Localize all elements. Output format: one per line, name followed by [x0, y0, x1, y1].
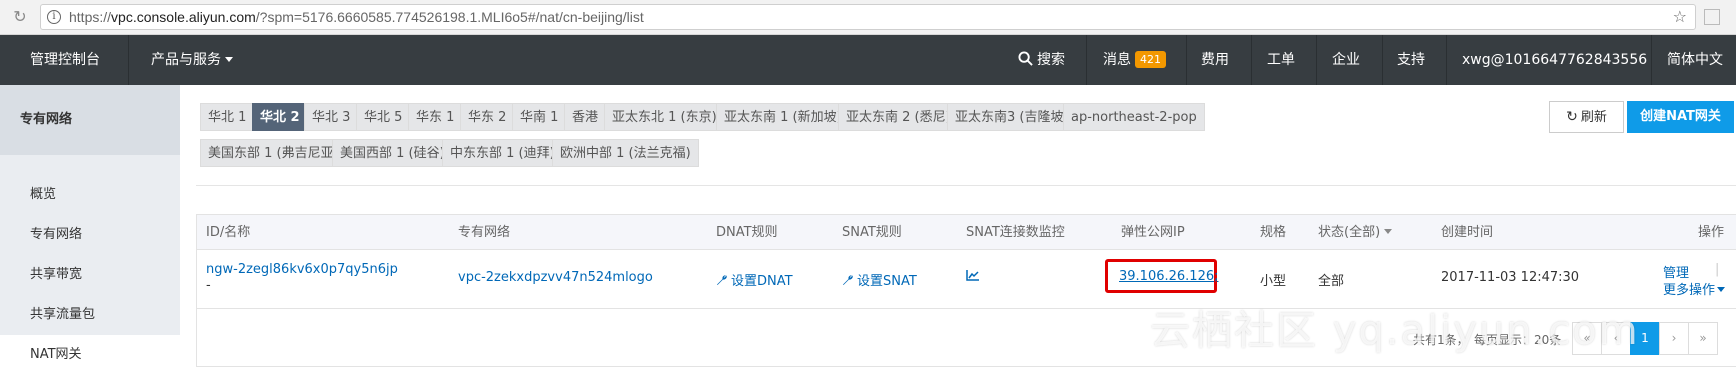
region-tab[interactable]: 中东东部 1 (迪拜)	[442, 139, 563, 167]
language-switcher[interactable]: 简体中文	[1667, 35, 1723, 85]
watermark: 云栖社区 yq.aliyun.com	[1150, 308, 1640, 354]
region-tab[interactable]: 华东 2	[460, 103, 515, 131]
region-tab[interactable]: 亚太东北 1 (东京)	[604, 103, 725, 131]
column-header-id: ID/名称	[206, 225, 251, 240]
sidebar-item-shared-traffic[interactable]: 共享流量包	[0, 295, 180, 335]
column-header-spec: 规格	[1260, 225, 1287, 240]
chevron-down-icon	[225, 57, 233, 62]
refresh-icon: ↻	[1566, 109, 1578, 125]
section-divider	[196, 185, 1736, 186]
messages-button[interactable]: 消息 421	[1103, 35, 1166, 85]
address-bar[interactable]: i https://vpc.console.aliyun.com/?spm=51…	[40, 4, 1696, 30]
create-nat-gateway-button[interactable]: 创建NAT网关	[1627, 101, 1734, 133]
set-dnat-link[interactable]: 设置DNAT	[716, 270, 793, 289]
message-count-badge: 421	[1135, 51, 1166, 68]
last-page-button[interactable]: »	[1688, 322, 1718, 355]
table-header: ID/名称 专有网络 DNAT规则 SNAT规则 SNAT连接数监控 弹性公网I…	[197, 215, 1736, 250]
nav-divider	[1382, 35, 1383, 85]
eip-highlight-box: 39.106.26.126;	[1105, 259, 1219, 293]
region-tab-selected[interactable]: 华北 2	[252, 103, 308, 131]
reload-icon[interactable]: ↻	[10, 7, 30, 27]
user-account-menu[interactable]: xwg@1016647762843556	[1462, 35, 1647, 85]
snat-monitor-chart-icon[interactable]	[966, 269, 980, 285]
extension-icon[interactable]	[1704, 9, 1720, 25]
wrench-icon	[717, 275, 727, 285]
spec-value: 小型	[1260, 274, 1287, 289]
sidebar-item-overview[interactable]: 概览	[0, 175, 180, 215]
vpc-id-link[interactable]: vpc-2zekxdpzvv47n524mlogo	[458, 270, 653, 285]
column-header-snat: SNAT规则	[842, 225, 902, 240]
wrench-icon	[843, 275, 853, 285]
more-actions-dropdown[interactable]: 更多操作	[1663, 279, 1726, 298]
billing-link[interactable]: 费用	[1201, 35, 1229, 85]
top-navigation: 管理控制台 产品与服务 搜索 消息 421 费用 工单 企业 支持 xwg@101…	[0, 35, 1736, 85]
next-page-button[interactable]: ›	[1659, 322, 1689, 355]
region-tab[interactable]: 华北 3	[304, 103, 359, 131]
column-header-created: 创建时间	[1441, 225, 1494, 240]
region-tab[interactable]: 亚太东南 1 (新加坡)	[716, 103, 850, 131]
region-tab[interactable]: 亚太东南3 (吉隆坡)	[947, 103, 1077, 131]
nav-divider	[1446, 35, 1447, 85]
region-tab[interactable]: 美国东部 1 (弗吉尼亚)	[200, 139, 347, 167]
products-menu[interactable]: 产品与服务	[151, 35, 233, 85]
region-tab[interactable]: 欧洲中部 1 (法兰克福)	[552, 139, 699, 167]
nav-divider	[128, 35, 129, 85]
enterprise-link[interactable]: 企业	[1332, 35, 1360, 85]
nat-gateway-id-link[interactable]: ngw-2zegl86kv6x0p7qy5n6jp	[206, 262, 398, 277]
region-tab[interactable]: 华北 1	[200, 103, 255, 131]
column-header-snat-monitor: SNAT连接数监控	[966, 225, 1065, 240]
created-time: 2017-11-03 12:47:30	[1441, 270, 1580, 285]
sidebar-item-shared-bandwidth[interactable]: 共享带宽	[0, 255, 180, 295]
region-tab[interactable]: ap-northeast-2-pop	[1063, 103, 1205, 131]
region-tab[interactable]: 亚太东南 2 (悉尼)	[838, 103, 959, 131]
nav-divider	[1186, 35, 1187, 85]
chevron-down-icon	[1384, 229, 1393, 234]
search-icon	[1018, 51, 1033, 66]
info-icon[interactable]: i	[47, 10, 61, 24]
bookmark-star-icon[interactable]: ☆	[1673, 7, 1687, 26]
search-button[interactable]: 搜索	[1018, 35, 1065, 85]
nav-divider	[1086, 35, 1087, 85]
support-link[interactable]: 支持	[1397, 35, 1425, 85]
sidebar: 专有网络 概览 专有网络 共享带宽 共享流量包 NAT网关	[0, 85, 180, 375]
console-home-link[interactable]: 管理控制台	[30, 35, 100, 85]
nat-gateway-name: -	[206, 278, 211, 293]
region-tab[interactable]: 美国西部 1 (硅谷)	[332, 139, 453, 167]
nav-divider	[1651, 35, 1652, 85]
column-header-vpc: 专有网络	[458, 225, 511, 240]
region-tab[interactable]: 华东 1	[408, 103, 463, 131]
region-tab[interactable]: 香港	[564, 103, 607, 131]
status-value: 全部	[1318, 274, 1345, 289]
actions-divider: |	[1715, 262, 1720, 277]
nav-divider	[1251, 35, 1252, 85]
set-snat-link[interactable]: 设置SNAT	[842, 270, 917, 289]
column-header-eip: 弹性公网IP	[1121, 225, 1185, 240]
refresh-button[interactable]: ↻ 刷新	[1549, 101, 1624, 133]
region-tab[interactable]: 华南 1	[512, 103, 567, 131]
browser-toolbar: ↻ i https://vpc.console.aliyun.com/?spm=…	[0, 0, 1736, 35]
eip-link[interactable]: 39.106.26.126;	[1119, 269, 1219, 284]
column-header-actions: 操作	[1698, 225, 1725, 240]
url-text[interactable]: https://vpc.console.aliyun.com/?spm=5176…	[69, 9, 644, 25]
status-filter-dropdown[interactable]: 状态(全部)	[1318, 215, 1393, 250]
sidebar-item-nat-gateway[interactable]: NAT网关	[0, 335, 180, 375]
tickets-link[interactable]: 工单	[1267, 35, 1295, 85]
sidebar-title: 专有网络	[0, 85, 180, 155]
chevron-down-icon	[1717, 287, 1726, 292]
region-tab[interactable]: 华北 5	[356, 103, 411, 131]
nav-divider	[1316, 35, 1317, 85]
column-header-dnat: DNAT规则	[716, 225, 778, 240]
sidebar-item-vpc[interactable]: 专有网络	[0, 215, 180, 255]
